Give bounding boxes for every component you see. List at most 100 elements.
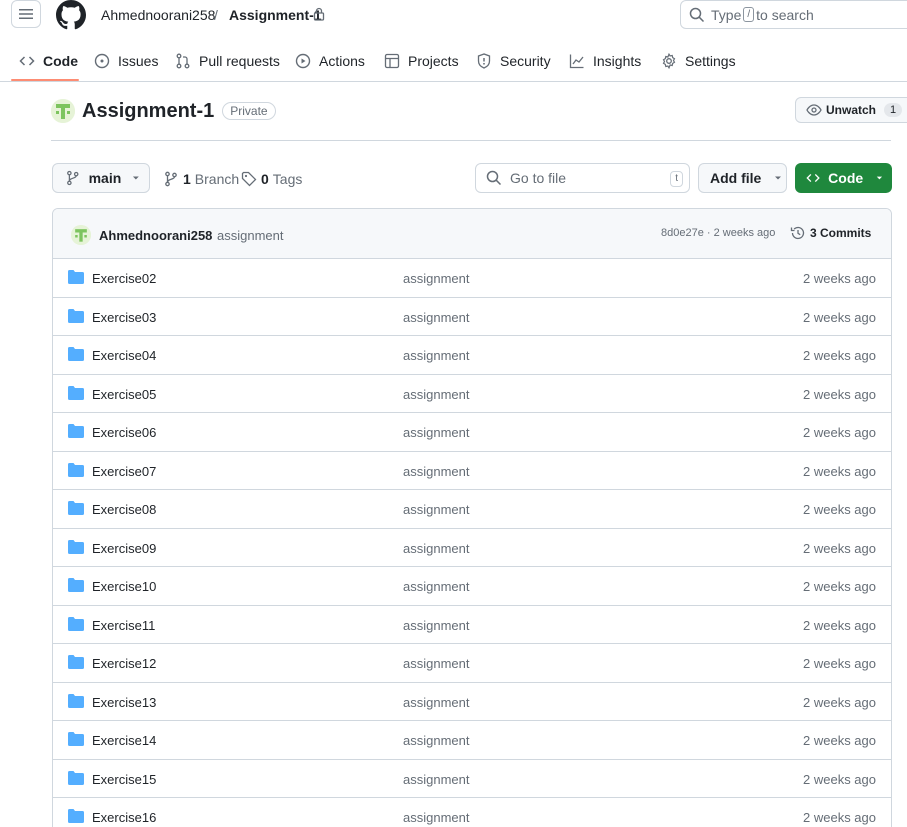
file-commit-message[interactable]: assignment xyxy=(403,579,469,594)
folder-icon xyxy=(68,655,84,669)
tag-count: 0 xyxy=(261,171,269,187)
file-commit-message[interactable]: assignment xyxy=(403,310,469,325)
file-row[interactable]: Exercise03 assignment 2 weeks ago xyxy=(53,298,891,336)
branch-selector-button[interactable]: main xyxy=(52,163,150,193)
file-commit-message[interactable]: assignment xyxy=(403,733,469,748)
file-commit-message[interactable]: assignment xyxy=(403,502,469,517)
branch-icon xyxy=(165,171,177,187)
file-row[interactable]: Exercise12 assignment 2 weeks ago xyxy=(53,644,891,683)
file-row[interactable]: Exercise04 assignment 2 weeks ago xyxy=(53,336,891,375)
commit-author[interactable]: Ahmednoorani258 xyxy=(99,228,212,243)
chevron-down-icon xyxy=(133,176,140,180)
file-commit-message[interactable]: assignment xyxy=(403,695,469,710)
visibility-badge: Private xyxy=(222,102,276,120)
file-name[interactable]: Exercise14 xyxy=(92,733,156,748)
commit-author-avatar[interactable] xyxy=(71,225,91,245)
file-name[interactable]: Exercise07 xyxy=(92,464,156,479)
file-name[interactable]: Exercise03 xyxy=(92,310,156,325)
commits-link[interactable]: 3 Commits xyxy=(790,225,871,241)
add-file-button[interactable]: Add file xyxy=(698,163,787,193)
tab-projects[interactable]: Projects xyxy=(384,40,459,81)
file-commit-message[interactable]: assignment xyxy=(403,425,469,440)
code-icon xyxy=(806,173,820,183)
tab-issues-label: Issues xyxy=(118,52,159,69)
file-row[interactable]: Exercise08 assignment 2 weeks ago xyxy=(53,490,891,529)
file-name[interactable]: Exercise15 xyxy=(92,772,156,787)
file-commit-message[interactable]: assignment xyxy=(403,618,469,633)
file-commit-message[interactable]: assignment xyxy=(403,271,469,286)
file-row[interactable]: Exercise02 assignment 2 weeks ago xyxy=(53,259,891,298)
file-list: Exercise02 assignment 2 weeks ago Exercise0… xyxy=(53,259,891,827)
identicon-icon xyxy=(51,99,75,123)
file-name[interactable]: Exercise06 xyxy=(92,425,156,440)
file-name[interactable]: Exercise12 xyxy=(92,656,156,671)
file-row[interactable]: Exercise06 assignment 2 weeks ago xyxy=(53,413,891,452)
tab-code[interactable]: Code xyxy=(19,40,78,81)
folder-icon xyxy=(68,270,84,284)
tab-settings-label: Settings xyxy=(685,52,736,69)
file-name[interactable]: Exercise05 xyxy=(92,387,156,402)
go-to-file-placeholder: Go to file xyxy=(510,170,567,186)
file-commit-message[interactable]: assignment xyxy=(403,772,469,787)
file-name[interactable]: Exercise10 xyxy=(92,579,156,594)
github-logo-icon[interactable] xyxy=(55,0,87,30)
tag-icon xyxy=(241,171,257,187)
file-commit-message[interactable]: assignment xyxy=(403,810,469,825)
breadcrumb-separator: / xyxy=(214,7,218,23)
commit-sha-time[interactable]: 8d0e27e · 2 weeks ago xyxy=(661,227,775,239)
avatar[interactable] xyxy=(51,99,75,123)
file-name[interactable]: Exercise04 xyxy=(92,348,156,363)
file-row[interactable]: Exercise16 assignment 2 weeks ago xyxy=(53,798,891,827)
breadcrumb-repo[interactable]: Assignment-1 xyxy=(229,7,322,23)
menu-button[interactable] xyxy=(11,0,41,28)
commit-message[interactable]: assignment xyxy=(217,228,283,243)
play-icon xyxy=(295,53,311,68)
tab-settings[interactable]: Settings xyxy=(661,40,736,81)
global-search-input[interactable]: Type / to search xyxy=(680,0,907,29)
hamburger-icon xyxy=(19,9,33,19)
commits-count: 3 Commits xyxy=(810,226,872,240)
tab-insights[interactable]: Insights xyxy=(569,40,641,81)
breadcrumb-owner[interactable]: Ahmednoorani258 xyxy=(101,7,215,23)
code-button[interactable]: Code xyxy=(795,163,892,193)
active-tab-indicator xyxy=(11,79,79,81)
file-commit-message[interactable]: assignment xyxy=(403,464,469,479)
file-updated-time: 2 weeks ago xyxy=(803,386,876,402)
file-name[interactable]: Exercise08 xyxy=(92,502,156,517)
repo-header: Assignment-1 Private xyxy=(51,98,276,124)
unwatch-button[interactable]: Unwatch 1 xyxy=(795,97,907,123)
file-updated-time: 2 weeks ago xyxy=(803,579,876,594)
file-row[interactable]: Exercise14 assignment 2 weeks ago xyxy=(53,721,891,760)
branches-link[interactable]: 1 Branch xyxy=(163,171,239,187)
file-name[interactable]: Exercise16 xyxy=(92,810,156,825)
file-name[interactable]: Exercise02 xyxy=(92,271,156,286)
watch-count: 1 xyxy=(884,103,903,117)
folder-icon xyxy=(68,385,84,400)
file-row[interactable]: Exercise11 assignment 2 weeks ago xyxy=(53,606,891,644)
file-row[interactable]: Exercise05 assignment 2 weeks ago xyxy=(53,375,891,413)
code-icon xyxy=(19,55,35,66)
file-name[interactable]: Exercise13 xyxy=(92,695,156,710)
file-name[interactable]: Exercise11 xyxy=(92,618,155,633)
tab-pull-requests[interactable]: Pull requests xyxy=(175,40,280,81)
history-icon xyxy=(790,226,805,240)
file-row[interactable]: Exercise13 assignment 2 weeks ago xyxy=(53,683,891,721)
file-commit-message[interactable]: assignment xyxy=(403,348,469,363)
tab-actions[interactable]: Actions xyxy=(295,40,365,81)
file-commit-message[interactable]: assignment xyxy=(403,541,469,556)
tags-link[interactable]: 0 Tags xyxy=(241,171,302,187)
search-placeholder-prefix: Type xyxy=(711,6,742,23)
file-updated-time: 2 weeks ago xyxy=(803,309,876,325)
file-row[interactable]: Exercise09 assignment 2 weeks ago xyxy=(53,529,891,567)
file-commit-message[interactable]: assignment xyxy=(403,387,469,402)
gear-icon xyxy=(662,52,676,69)
file-row[interactable]: Exercise10 assignment 2 weeks ago xyxy=(53,567,891,606)
repo-title[interactable]: Assignment-1 xyxy=(82,100,214,123)
go-to-file-input[interactable]: Go to file t xyxy=(475,163,690,193)
file-commit-message[interactable]: assignment xyxy=(403,656,469,671)
file-row[interactable]: Exercise15 assignment 2 weeks ago xyxy=(53,760,891,798)
file-row[interactable]: Exercise07 assignment 2 weeks ago xyxy=(53,452,891,490)
tab-issues[interactable]: Issues xyxy=(94,40,158,81)
tab-security[interactable]: Security xyxy=(476,40,551,81)
file-name[interactable]: Exercise09 xyxy=(92,541,156,556)
